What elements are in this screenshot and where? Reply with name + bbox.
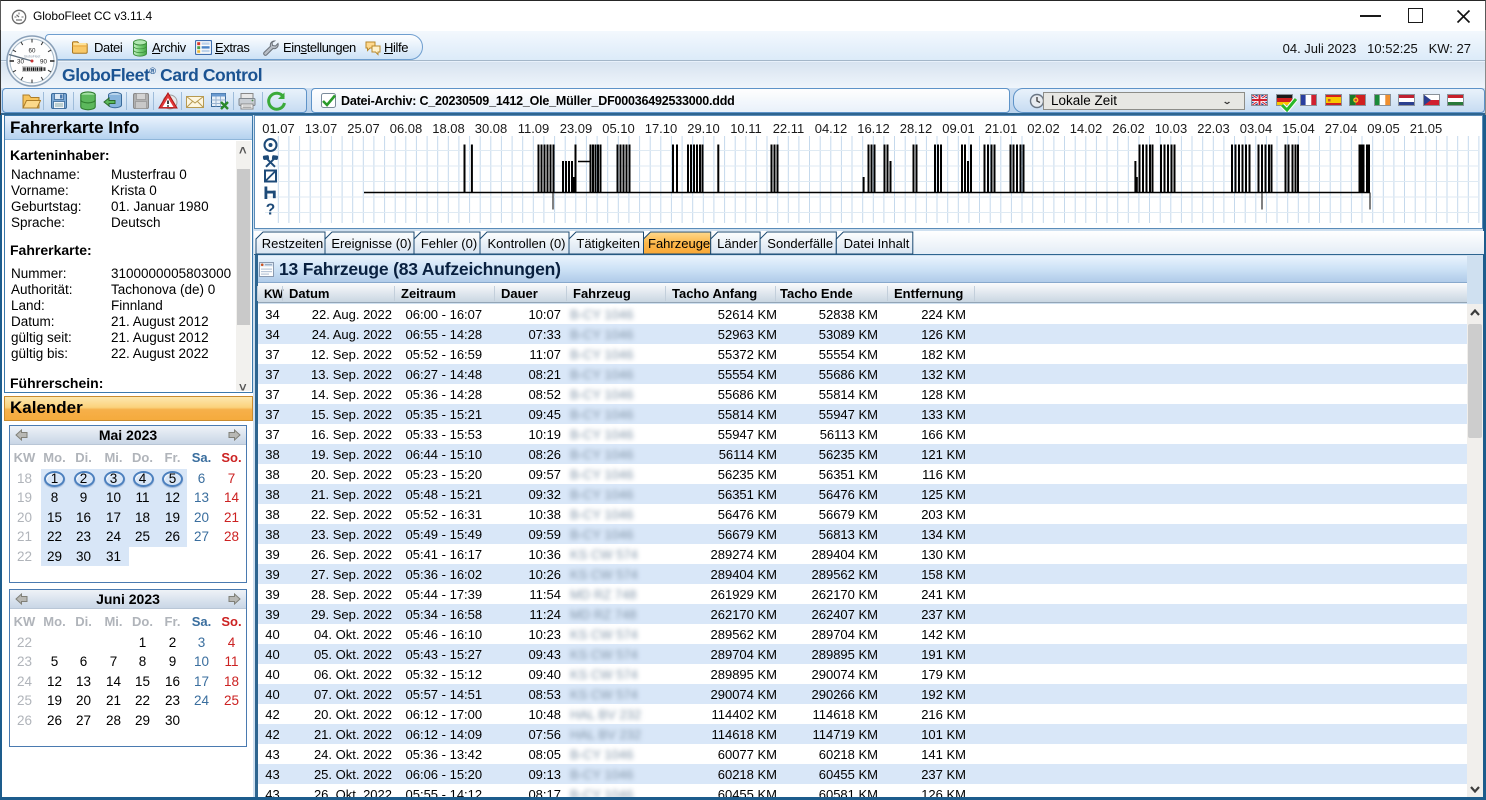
svg-text:90: 90 (40, 58, 47, 65)
svg-text:23.09: 23.09 (560, 121, 593, 136)
svg-text:Fahrzeuge: Fahrzeuge (648, 236, 710, 251)
svg-text:26.02: 26.02 (1112, 121, 1145, 136)
svg-text:10.11: 10.11 (730, 121, 762, 136)
svg-text:17.10: 17.10 (645, 121, 678, 136)
svg-text:Sonderfälle: Sonderfälle (767, 236, 833, 251)
svg-text:01.07: 01.07 (262, 121, 295, 136)
svg-text:03.04: 03.04 (1240, 121, 1273, 136)
svg-text:30: 30 (17, 58, 24, 65)
svg-text:04.12: 04.12 (815, 121, 848, 136)
svg-text:Länder: Länder (717, 236, 758, 251)
svg-text:05.10: 05.10 (602, 121, 635, 136)
svg-text:21.05: 21.05 (1410, 121, 1443, 136)
svg-text:09.05: 09.05 (1367, 121, 1400, 136)
svg-text:14.02: 14.02 (1070, 121, 1103, 136)
svg-text:06.08: 06.08 (390, 121, 423, 136)
svg-text:GloboFleet: GloboFleet (24, 55, 41, 59)
svg-text:11.09: 11.09 (518, 121, 550, 136)
svg-text:Ereignisse (0): Ereignisse (0) (331, 236, 411, 251)
svg-text:27.04: 27.04 (1325, 121, 1358, 136)
svg-text:60: 60 (29, 48, 36, 55)
svg-text:Restzeiten: Restzeiten (262, 236, 323, 251)
svg-text:28.12: 28.12 (900, 121, 933, 136)
svg-text:29.10: 29.10 (687, 121, 720, 136)
svg-text:Fehler (0): Fehler (0) (421, 236, 477, 251)
svg-text:15.04: 15.04 (1282, 121, 1315, 136)
svg-text:Tätigkeiten: Tätigkeiten (576, 236, 640, 251)
svg-text:13.07: 13.07 (305, 121, 338, 136)
svg-text:30.08: 30.08 (475, 121, 508, 136)
svg-text:22.03: 22.03 (1197, 121, 1230, 136)
svg-text:10.03: 10.03 (1155, 121, 1188, 136)
svg-text:Datei Inhalt: Datei Inhalt (844, 236, 910, 251)
svg-text:18.08: 18.08 (432, 121, 465, 136)
svg-text:?: ? (266, 202, 275, 219)
svg-text:09.01: 09.01 (942, 121, 975, 136)
svg-text:22.11: 22.11 (773, 121, 805, 136)
svg-text:25.07: 25.07 (347, 121, 380, 136)
svg-text:02.02: 02.02 (1027, 121, 1060, 136)
svg-text:16.12: 16.12 (857, 121, 890, 136)
svg-text:21.01: 21.01 (985, 121, 1018, 136)
svg-text:Kontrollen (0): Kontrollen (0) (487, 236, 565, 251)
